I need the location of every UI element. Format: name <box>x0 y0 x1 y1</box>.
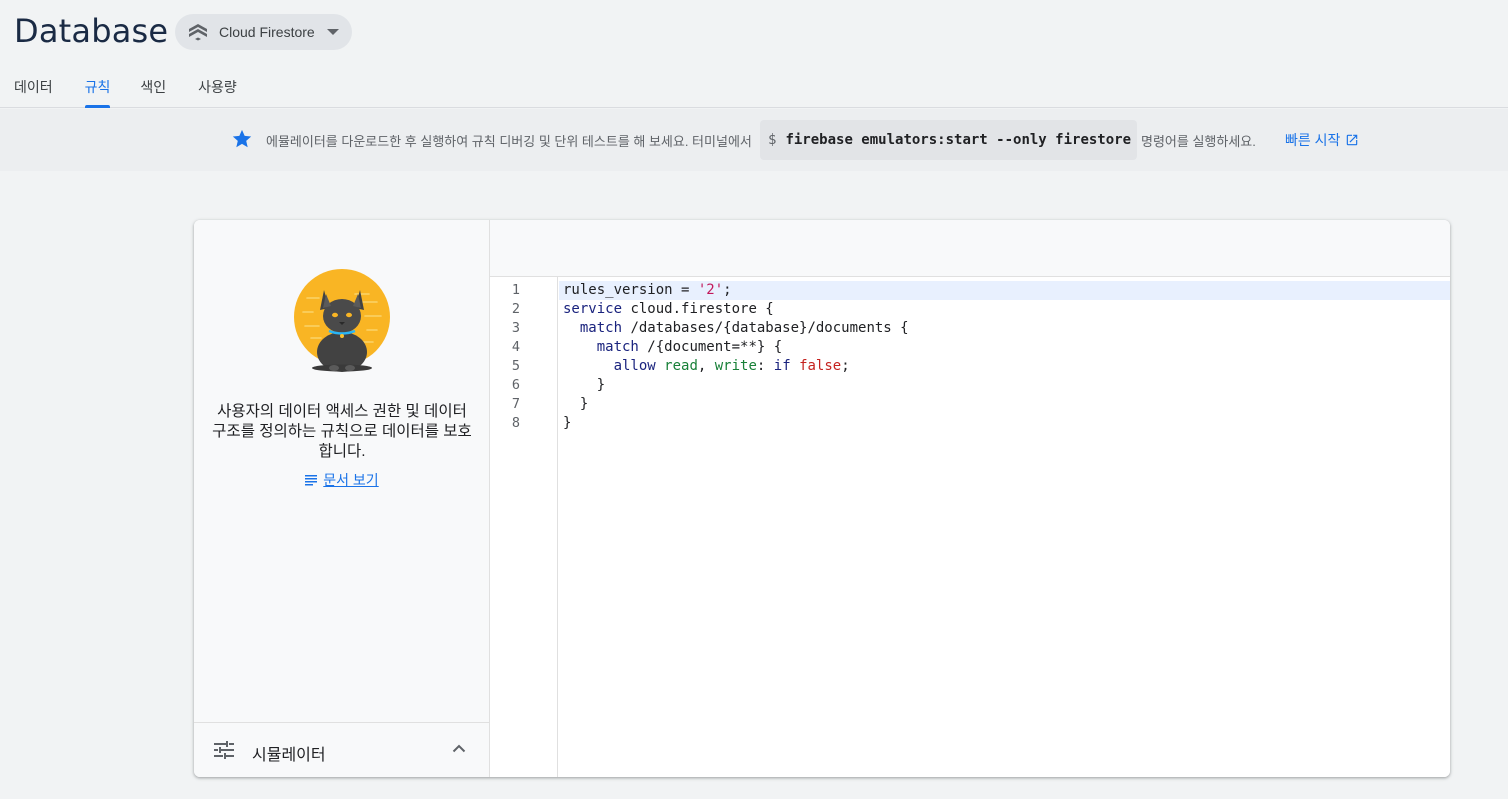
line-number: 8 <box>511 415 520 431</box>
notes-icon <box>305 475 318 486</box>
rules-editor-panel: 1 2 3 4 5 6 7 8 rules_version = '2'; ser… <box>490 220 1450 777</box>
editor-toolbar <box>490 220 1450 277</box>
page-header: Database Cloud Firestore 데이터 규칙 색인 사용량 <box>0 0 1508 108</box>
code-line: } <box>563 415 572 431</box>
line-number: 6 <box>511 377 520 393</box>
code-line: match /databases/{database}/documents { <box>579 320 909 336</box>
quickstart-label: 빠른 시작 <box>1285 132 1341 148</box>
page-title: Database <box>14 12 169 50</box>
tab-usage[interactable]: 사용량 <box>198 66 237 108</box>
tune-icon <box>214 741 234 759</box>
tab-indexes[interactable]: 색인 <box>140 66 166 108</box>
code-line: allow read, write: if false; <box>613 358 850 374</box>
code-editor[interactable]: 1 2 3 4 5 6 7 8 rules_version = '2'; ser… <box>490 277 1450 777</box>
tab-rules[interactable]: 규칙 <box>84 66 110 108</box>
emulator-command: $ firebase emulators:start --only firest… <box>760 120 1137 160</box>
database-selector-label: Cloud Firestore <box>219 24 315 40</box>
line-number: 7 <box>511 396 520 412</box>
view-docs-label: 문서 보기 <box>323 472 379 488</box>
database-selector[interactable]: Cloud Firestore <box>175 14 352 50</box>
firestore-logo-icon <box>189 24 207 41</box>
simulator-toggle[interactable]: 시뮬레이터 <box>194 722 489 777</box>
cat-illustration <box>294 269 390 372</box>
view-docs-link[interactable]: 문서 보기 <box>194 470 490 490</box>
line-number-gutter: 1 2 3 4 5 6 7 8 <box>490 277 558 777</box>
line-number: 5 <box>511 358 520 374</box>
code-line: rules_version = '2'; <box>563 282 732 298</box>
emulator-banner: 에뮬레이터를 다운로드한 후 실행하여 규칙 디버깅 및 단위 테스트를 해 보… <box>0 109 1508 171</box>
code-text-area[interactable]: rules_version = '2'; service cloud.fires… <box>559 277 1450 777</box>
rules-info-panel: 사용자의 데이터 액세스 권한 및 데이터 구조를 정의하는 규칙으로 데이터를… <box>194 220 490 777</box>
chevron-up-icon <box>452 744 466 753</box>
quickstart-link[interactable]: 빠른 시작 <box>1285 130 1359 150</box>
open-in-new-icon <box>1347 134 1358 146</box>
banner-message-suffix: 명령어를 실행하세요. <box>1141 134 1256 149</box>
rules-description: 사용자의 데이터 액세스 권한 및 데이터 구조를 정의하는 규칙으로 데이터를… <box>212 403 472 460</box>
line-number: 3 <box>511 320 520 336</box>
line-number: 1 <box>511 282 520 298</box>
tab-bar: 데이터 규칙 색인 사용량 <box>0 66 237 108</box>
rules-card: 사용자의 데이터 액세스 권한 및 데이터 구조를 정의하는 규칙으로 데이터를… <box>194 220 1450 777</box>
code-line: match /{document=**} { <box>596 339 783 355</box>
tab-data[interactable]: 데이터 <box>14 66 53 108</box>
code-line: service cloud.firestore { <box>563 301 774 317</box>
command-text: firebase emulators:start --only firestor… <box>785 132 1132 148</box>
simulator-label: 시뮬레이터 <box>252 747 326 764</box>
line-number: 2 <box>511 301 520 317</box>
command-prompt: $ <box>768 132 777 148</box>
star-icon <box>232 129 252 148</box>
chevron-down-icon <box>326 29 339 35</box>
banner-message: 에뮬레이터를 다운로드한 후 실행하여 규칙 디버깅 및 단위 테스트를 해 보… <box>266 134 752 149</box>
line-number: 4 <box>511 339 520 355</box>
code-line: } <box>563 396 589 412</box>
code-line: } <box>563 377 606 393</box>
